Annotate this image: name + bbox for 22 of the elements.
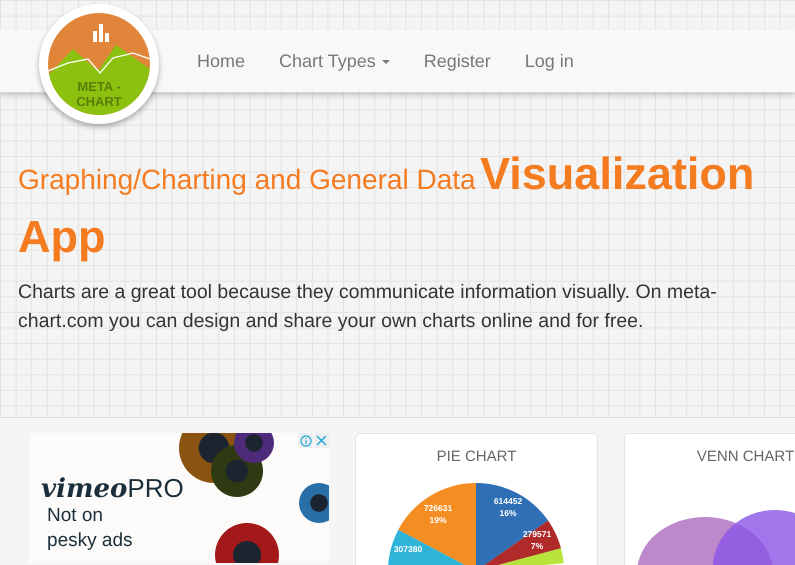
- lens-photo: [299, 483, 329, 523]
- nav-dropdown[interactable]: Chart Types: [262, 48, 407, 74]
- info-icon[interactable]: [298, 433, 313, 448]
- logo[interactable]: META - CHART: [39, 4, 159, 124]
- nav-link[interactable]: Log in: [508, 48, 591, 74]
- hero-heading: Graphing/Charting and General DataVisualization App: [18, 148, 756, 264]
- chart-card[interactable]: VENN CHART: [624, 433, 795, 565]
- ad-text: Not on pesky ads: [47, 504, 134, 553]
- slice-percent: 19%: [430, 515, 446, 525]
- card-title: VENN CHART: [696, 448, 794, 466]
- close-icon[interactable]: [314, 433, 329, 448]
- card-title: PIE CHART: [436, 448, 516, 466]
- slice-value: 307380: [394, 544, 422, 554]
- hero-description: Charts are a great tool because they communicate information visually. On meta-chart.com you can design and share your own charts online and for free.: [18, 280, 718, 334]
- slice-percent: 16%: [500, 508, 516, 518]
- slice-value: 726631: [424, 503, 452, 513]
- nav-link[interactable]: Register: [406, 48, 508, 74]
- slice-percent: 7%: [530, 541, 544, 551]
- nav-link[interactable]: Home: [180, 48, 262, 74]
- ad-banner[interactable]: vimeoPRO Not on pesky ads: [29, 433, 329, 563]
- ad-brand: vimeoPRO: [41, 472, 184, 506]
- slice-value: 614452: [494, 496, 522, 506]
